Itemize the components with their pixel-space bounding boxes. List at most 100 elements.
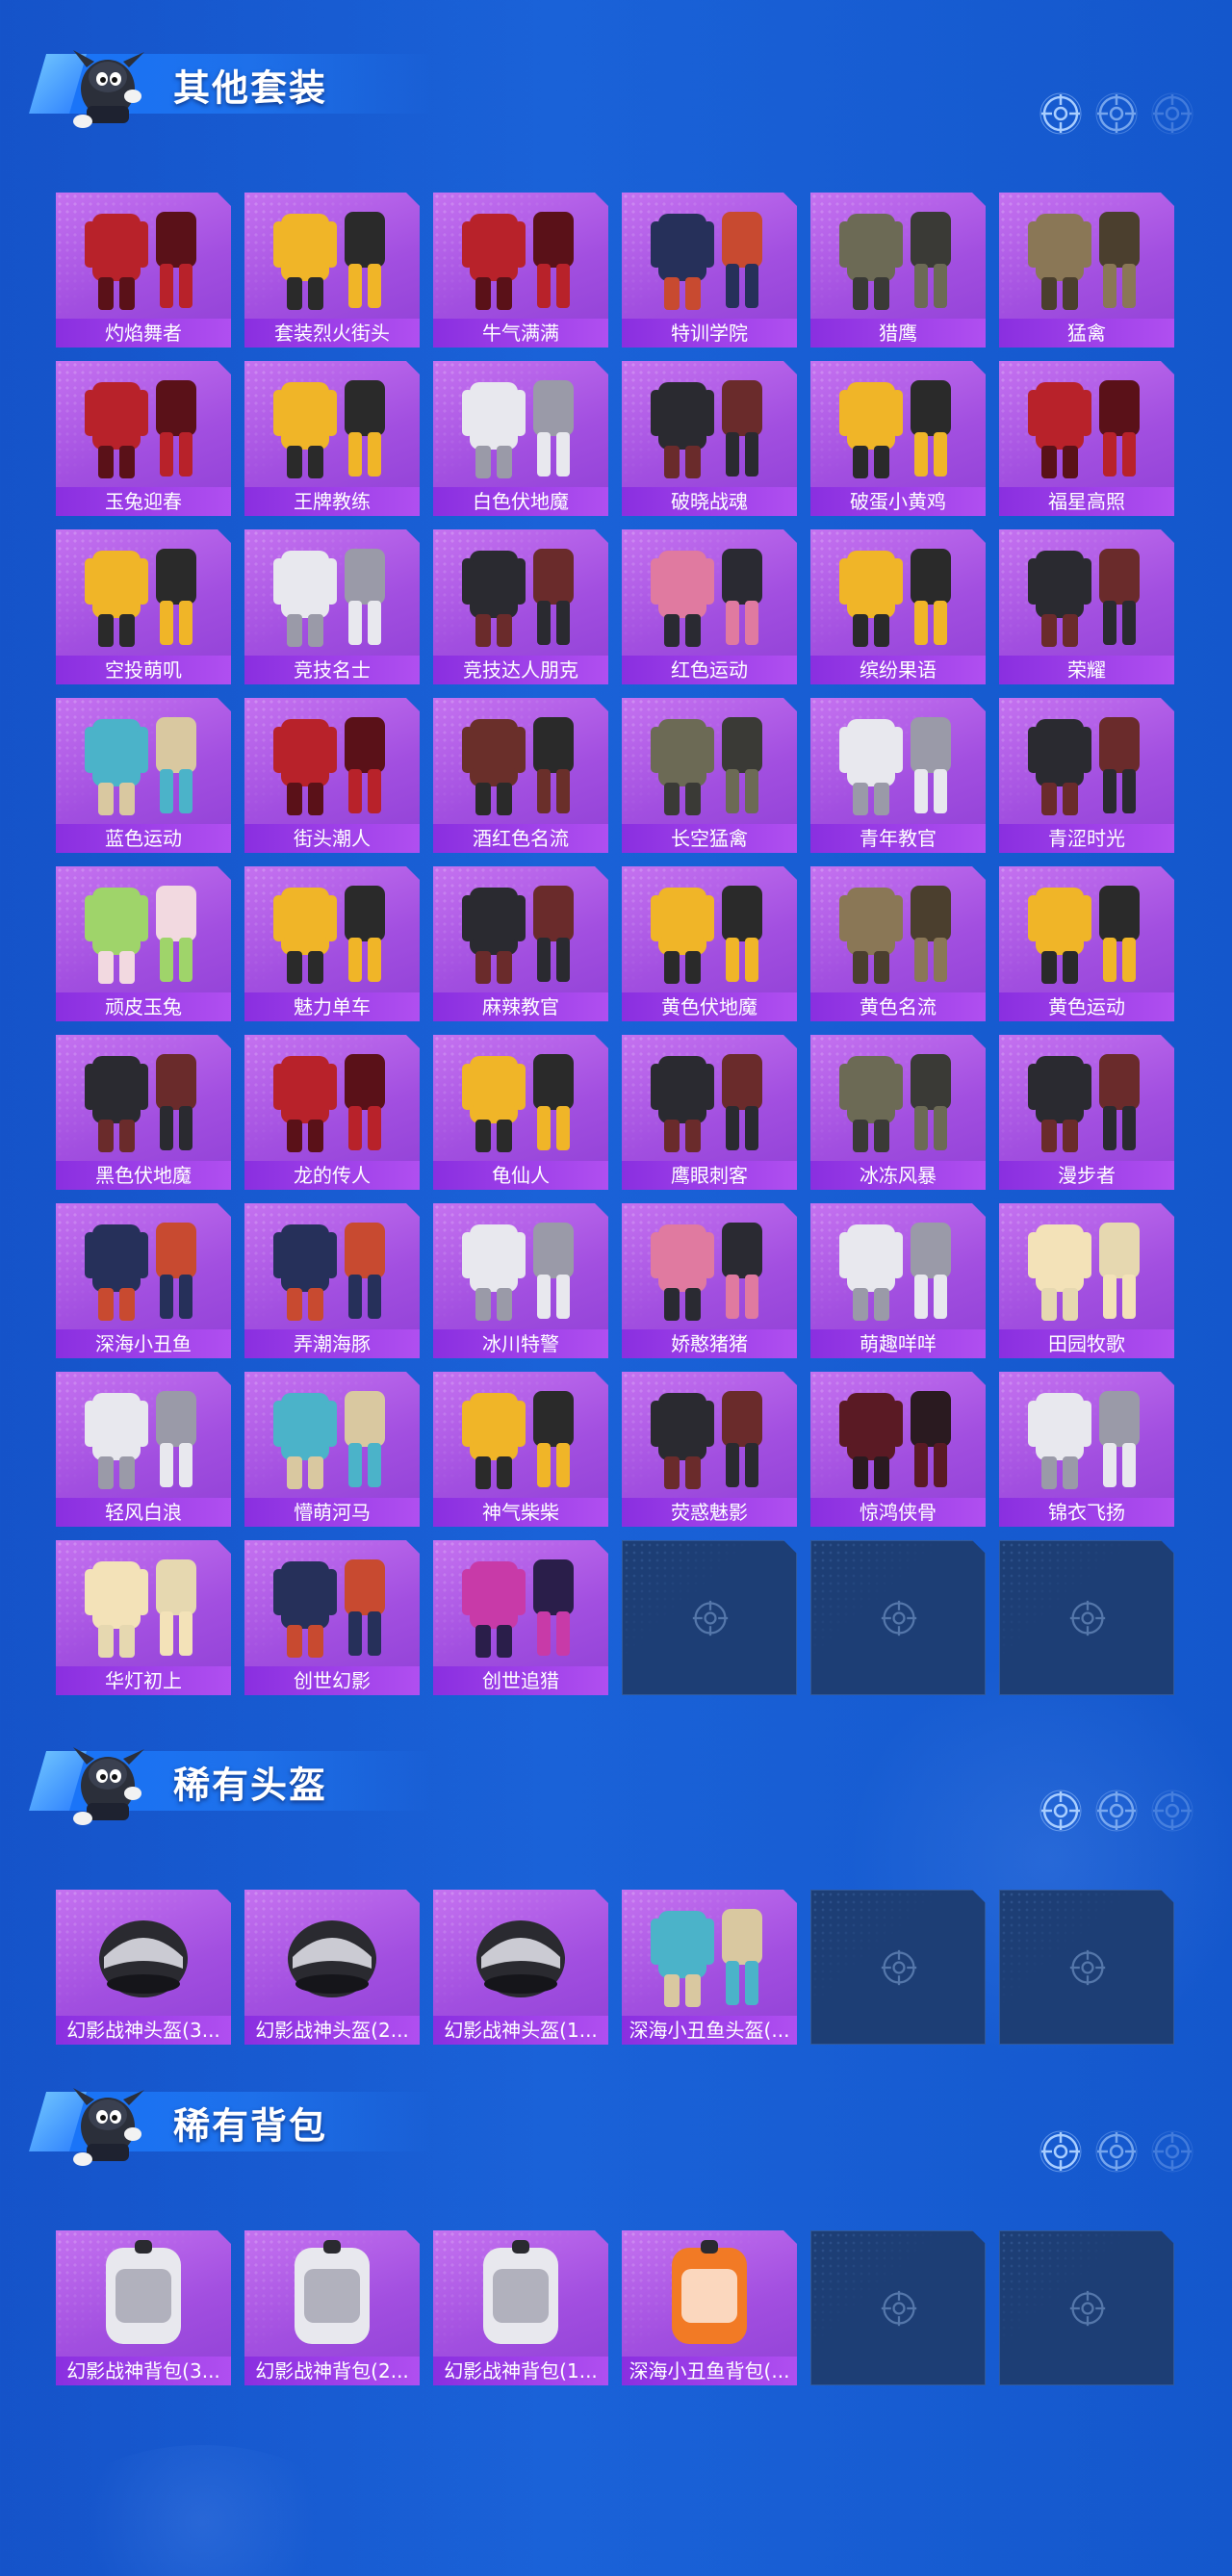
outfit-icon <box>999 698 1174 824</box>
helmet-card[interactable]: 深海小丑鱼头盔(... <box>622 1890 797 2045</box>
outfit-icon <box>244 361 420 487</box>
outfit-card[interactable]: 黄色伏地魔 <box>622 866 797 1021</box>
outfit-card[interactable]: 懵萌河马 <box>244 1372 420 1527</box>
outfit-card[interactable]: 空投萌叽 <box>56 529 231 684</box>
outfit-card[interactable]: 黑色伏地魔 <box>56 1035 231 1190</box>
outfit-card[interactable]: 创世追猎 <box>433 1540 608 1695</box>
outfit-card[interactable]: 玉兔迎春 <box>56 361 231 516</box>
helmet-card[interactable]: 幻影战神头盔(3... <box>56 1890 231 2045</box>
crosshair-icon <box>1151 2130 1194 2173</box>
outfit-card[interactable]: 黄色名流 <box>810 866 986 1021</box>
outfit-card[interactable]: 龟仙人 <box>433 1035 608 1190</box>
helmet-card[interactable]: 幻影战神头盔(1... <box>433 1890 608 2045</box>
outfit-card[interactable]: 竞技达人朋克 <box>433 529 608 684</box>
backpack-card[interactable]: 深海小丑鱼背包(... <box>622 2230 797 2385</box>
outfit-icon <box>999 1203 1174 1329</box>
backpack-card[interactable]: 幻影战神背包(1... <box>433 2230 608 2385</box>
outfit-card[interactable]: 青涩时光 <box>999 698 1174 853</box>
item-label: 顽皮玉兔 <box>56 992 231 1021</box>
item-label: 龙的传人 <box>244 1161 420 1190</box>
item-label: 黑色伏地魔 <box>56 1161 231 1190</box>
outfit-card[interactable]: 红色运动 <box>622 529 797 684</box>
outfit-icon <box>56 866 231 992</box>
outfit-card[interactable]: 荧惑魅影 <box>622 1372 797 1527</box>
outfit-card[interactable]: 街头潮人 <box>244 698 420 853</box>
outfit-card[interactable]: 竞技名士 <box>244 529 420 684</box>
item-label: 破蛋小黄鸡 <box>810 487 986 516</box>
outfit-icon <box>999 1372 1174 1498</box>
outfit-card[interactable]: 荣耀 <box>999 529 1174 684</box>
outfit-card[interactable]: 破晓战魂 <box>622 361 797 516</box>
outfit-icon <box>622 1372 797 1498</box>
outfit-card[interactable]: 锦衣飞扬 <box>999 1372 1174 1527</box>
outfit-card[interactable]: 套装烈火街头 <box>244 193 420 348</box>
empty-slot <box>999 1890 1174 2045</box>
outfit-card[interactable]: 王牌教练 <box>244 361 420 516</box>
outfit-card[interactable]: 神气柴柴 <box>433 1372 608 1527</box>
outfit-card[interactable]: 猛禽 <box>999 193 1174 348</box>
outfit-card[interactable]: 破蛋小黄鸡 <box>810 361 986 516</box>
outfit-card[interactable]: 长空猛禽 <box>622 698 797 853</box>
outfit-icon <box>433 361 608 487</box>
outfit-icon <box>433 698 608 824</box>
outfit-card[interactable]: 田园牧歌 <box>999 1203 1174 1358</box>
backpack-card[interactable]: 幻影战神背包(2... <box>244 2230 420 2385</box>
outfit-card[interactable]: 创世幻影 <box>244 1540 420 1695</box>
outfit-icon <box>999 866 1174 992</box>
item-label: 娇憨猪猪 <box>622 1329 797 1358</box>
outfit-card[interactable]: 惊鸿侠骨 <box>810 1372 986 1527</box>
item-label: 幻影战神背包(3... <box>56 2357 231 2385</box>
item-label: 酒红色名流 <box>433 824 608 853</box>
outfit-card[interactable]: 弄潮海豚 <box>244 1203 420 1358</box>
item-label: 幻影战神背包(1... <box>433 2357 608 2385</box>
item-label: 惊鸿侠骨 <box>810 1498 986 1527</box>
outfit-card[interactable]: 牛气满满 <box>433 193 608 348</box>
outfit-icon <box>622 1203 797 1329</box>
outfit-card[interactable]: 轻风白浪 <box>56 1372 231 1527</box>
item-label: 黄色名流 <box>810 992 986 1021</box>
outfit-card[interactable]: 漫步者 <box>999 1035 1174 1190</box>
outfit-icon <box>433 866 608 992</box>
outfit-card[interactable]: 蓝色运动 <box>56 698 231 853</box>
outfit-card[interactable]: 萌趣咩咩 <box>810 1203 986 1358</box>
outfit-card[interactable]: 麻辣教官 <box>433 866 608 1021</box>
mascot-icon <box>73 2088 144 2166</box>
outfit-card[interactable]: 华灯初上 <box>56 1540 231 1695</box>
empty-slot <box>810 1540 986 1695</box>
outfit-card[interactable]: 顽皮玉兔 <box>56 866 231 1021</box>
outfit-card[interactable]: 冰冻风暴 <box>810 1035 986 1190</box>
outfit-card[interactable]: 深海小丑鱼 <box>56 1203 231 1358</box>
outfit-card[interactable]: 缤纷果语 <box>810 529 986 684</box>
outfit-icon <box>433 193 608 319</box>
outfit-icon <box>56 529 231 656</box>
outfit-card[interactable]: 魅力单车 <box>244 866 420 1021</box>
crosshair-icon <box>1068 2289 1107 2328</box>
outfit-icon <box>810 1035 986 1161</box>
crosshair-icon <box>1151 92 1194 135</box>
item-label: 福星高照 <box>999 487 1174 516</box>
item-label: 田园牧歌 <box>999 1329 1174 1358</box>
outfit-card[interactable]: 酒红色名流 <box>433 698 608 853</box>
item-label: 破晓战魂 <box>622 487 797 516</box>
outfit-card[interactable]: 白色伏地魔 <box>433 361 608 516</box>
outfit-card[interactable]: 娇憨猪猪 <box>622 1203 797 1358</box>
outfit-card[interactable]: 黄色运动 <box>999 866 1174 1021</box>
outfit-card[interactable]: 福星高照 <box>999 361 1174 516</box>
helmet-icon <box>622 1890 797 2016</box>
outfit-card[interactable]: 鹰眼刺客 <box>622 1035 797 1190</box>
outfit-icon <box>244 529 420 656</box>
outfit-card[interactable]: 冰川特警 <box>433 1203 608 1358</box>
outfit-card[interactable]: 猎鹰 <box>810 193 986 348</box>
outfit-icon <box>622 866 797 992</box>
crosshair-decoration <box>1040 92 1194 135</box>
outfit-card[interactable]: 青年教官 <box>810 698 986 853</box>
section-helmets: 稀有头盔 幻影战神头盔(3... 幻影战神头盔(2... 幻影战神头盔(1... 深海… <box>0 1697 1232 1803</box>
outfit-card[interactable]: 龙的传人 <box>244 1035 420 1190</box>
outfit-card[interactable]: 灼焰舞者 <box>56 193 231 348</box>
backpack-icon <box>56 2230 231 2357</box>
outfit-icon <box>810 361 986 487</box>
outfit-card[interactable]: 特训学院 <box>622 193 797 348</box>
crosshair-icon <box>1068 1599 1107 1637</box>
helmet-card[interactable]: 幻影战神头盔(2... <box>244 1890 420 2045</box>
backpack-card[interactable]: 幻影战神背包(3... <box>56 2230 231 2385</box>
